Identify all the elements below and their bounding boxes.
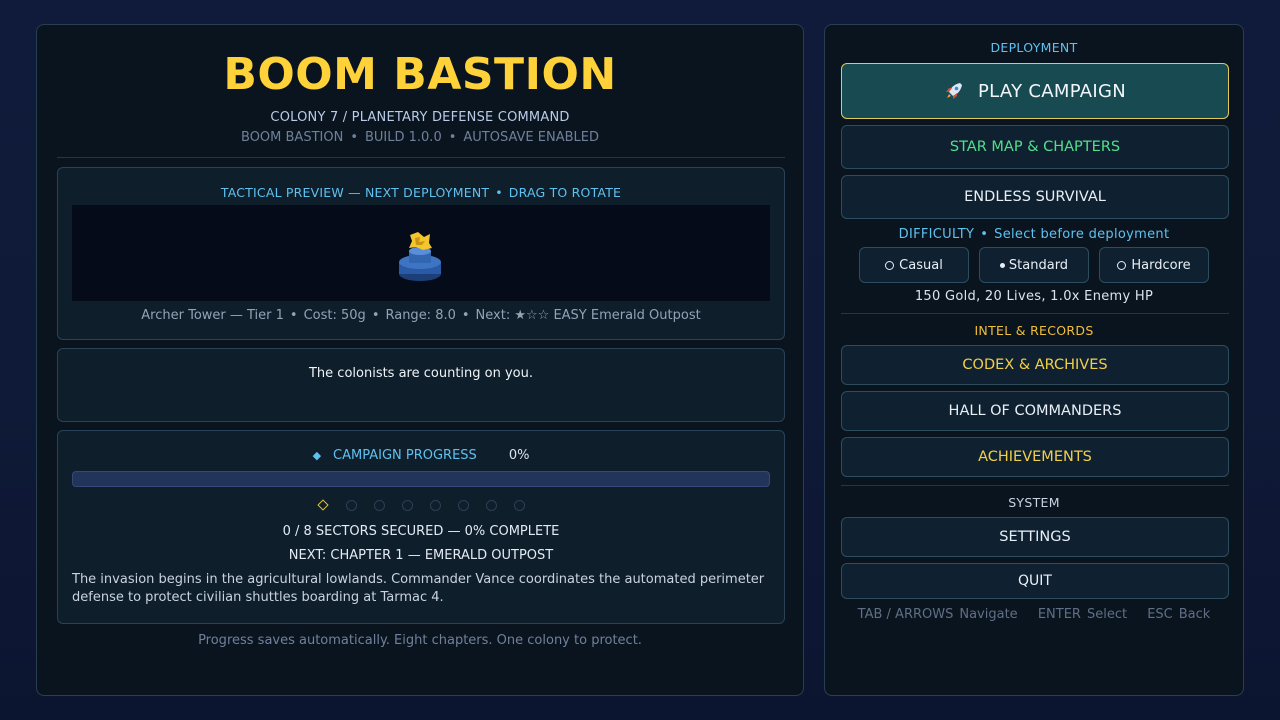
- menu-panel: DEPLOYMENT PLAY CAMPAIGN STAR MAP & CHAP…: [824, 24, 1244, 696]
- game-title: BOOM BASTION: [223, 49, 617, 100]
- radio-selected-icon: [999, 262, 1005, 268]
- build-game-name: BOOM BASTION: [241, 130, 344, 145]
- tower-cost: Cost: 50g: [303, 308, 366, 323]
- sector-indicator: [512, 498, 526, 512]
- difficulty-options: Casual Standard Hardcore: [859, 247, 1211, 283]
- deployment-label: DEPLOYMENT: [990, 40, 1078, 55]
- difficulty-standard[interactable]: Standard: [979, 247, 1089, 283]
- next-chapter: NEXT: CHAPTER 1 — EMERALD OUTPOST: [288, 548, 554, 563]
- hall-of-commanders-button[interactable]: HALL OF COMMANDERS: [841, 391, 1229, 431]
- tactical-preview-card: TACTICAL PREVIEW — NEXT DEPLOYMENT • DRAG …: [57, 167, 785, 340]
- drag-hint: DRAG TO ROTATE: [508, 185, 622, 200]
- keyboard-hints: TAB / ARROWS Navigate ENTER Select ESC Back: [857, 607, 1211, 622]
- progress-heading: ◆ CAMPAIGN PROGRESS 0%: [312, 448, 530, 463]
- sector-indicator: [456, 498, 470, 512]
- intel-label: INTEL & RECORDS: [974, 323, 1094, 338]
- tower-name: Archer Tower — Tier 1: [141, 308, 284, 323]
- endless-survival-button[interactable]: ENDLESS SURVIVAL: [841, 175, 1229, 219]
- tower-range: Range: 8.0: [385, 308, 456, 323]
- tower-stats: Archer Tower — Tier 1 • Cost: 50g • Range: 8…: [141, 308, 701, 323]
- message-card: The colonists are counting on you.: [57, 348, 785, 422]
- current-sector-indicator: [316, 498, 330, 512]
- progress-percent: 0%: [508, 448, 530, 463]
- sectors-secured: 0 / 8 SECTORS SECURED — 0% COMPLETE: [282, 524, 560, 539]
- settings-button[interactable]: SETTINGS: [841, 517, 1229, 557]
- progress-bar: [72, 471, 770, 487]
- header-divider: [57, 157, 785, 158]
- menu-divider: [841, 485, 1229, 486]
- sector-indicator: [400, 498, 414, 512]
- tower-preview-viewport[interactable]: [72, 205, 770, 301]
- chapter-briefing: The invasion begins in the agricultural …: [72, 572, 765, 605]
- archer-tower-icon: [399, 232, 441, 281]
- difficulty-casual[interactable]: Casual: [859, 247, 969, 283]
- system-label: SYSTEM: [1008, 495, 1060, 510]
- difficulty-hint: Select before deployment: [994, 227, 1170, 242]
- star-map-button[interactable]: STAR MAP & CHAPTERS: [841, 125, 1229, 169]
- play-campaign-button[interactable]: PLAY CAMPAIGN: [841, 63, 1229, 119]
- quit-button[interactable]: QUIT: [841, 563, 1229, 599]
- build-info: BOOM BASTION • BUILD 1.0.0 • AUTOSAVE ENABLE…: [241, 130, 599, 145]
- menu-divider: [841, 313, 1229, 314]
- sector-indicator: [372, 498, 386, 512]
- achievements-button[interactable]: ACHIEVEMENTS: [841, 437, 1229, 477]
- sector-indicator: [428, 498, 442, 512]
- game-subtitle: COLONY 7 / PLANETARY DEFENSE COMMAND: [270, 110, 570, 125]
- campaign-progress-card: ◆ CAMPAIGN PROGRESS 0% 0 / 8 SECTORS SECUR…: [57, 430, 785, 624]
- radio-icon: [1117, 260, 1127, 270]
- sector-indicators: [58, 498, 784, 512]
- radio-icon: [885, 260, 895, 270]
- next-mission: Next: ★☆☆ EASY Emerald Outpost: [475, 308, 701, 323]
- autosave-status: AUTOSAVE ENABLED: [463, 130, 599, 145]
- main-panel: BOOM BASTION COLONY 7 / PLANETARY DEFENS…: [36, 24, 804, 696]
- footer-note: Progress saves automatically. Eight chap…: [198, 633, 642, 648]
- preview-heading: TACTICAL PREVIEW — NEXT DEPLOYMENT • DRAG …: [220, 185, 622, 200]
- sector-indicator: [484, 498, 498, 512]
- sector-indicator: [344, 498, 358, 512]
- difficulty-hardcore[interactable]: Hardcore: [1099, 247, 1209, 283]
- difficulty-label: DIFFICULTY • Select before deployment: [898, 227, 1170, 242]
- rocket-icon: [944, 81, 964, 101]
- codex-button[interactable]: CODEX & ARCHIVES: [841, 345, 1229, 385]
- build-version: BUILD 1.0.0: [364, 130, 442, 145]
- flavor-message: The colonists are counting on you.: [308, 366, 533, 381]
- difficulty-info: 150 Gold, 20 Lives, 1.0x Enemy HP: [914, 289, 1154, 304]
- diamond-icon: ◆: [312, 449, 322, 462]
